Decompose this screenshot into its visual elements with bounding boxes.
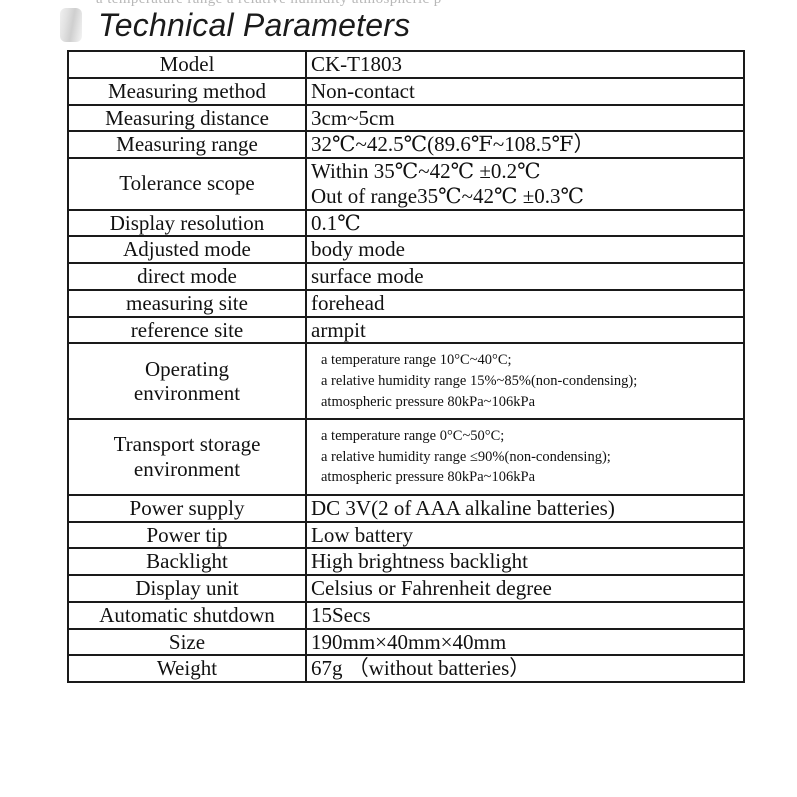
spec-label-cell: Power supply [67,493,307,523]
spec-label-cell: Measuring method [67,76,307,106]
page-title-row: Technical Parameters [60,4,410,46]
spec-label-cell: Measuring range [67,130,307,160]
spec-label-cell: measuring site [67,288,307,318]
spec-label-cell: direct mode [67,262,307,291]
spec-label-cell: Adjusted mode [67,235,307,265]
table-row: Power tip Low battery [67,520,745,550]
spec-value-cell: a temperature range 10°C~40°C; a relative… [305,342,745,421]
table-row: Measuring distance 3cm~5cm [67,103,745,133]
spec-label-cell: Display resolution [67,208,307,238]
table-row: Display resolution 0.1℃ [67,208,745,238]
table-row: Adjusted mode body mode [67,235,745,265]
page-title: Technical Parameters [98,6,411,43]
table-row: direct mode surface mode [67,262,745,291]
table-row: Automatic shutdown 15Secs [67,600,745,630]
spec-label-cell: Operating environment [67,342,307,421]
table-row: Operating environment a temperature range … [67,342,745,421]
spec-label-cell: Size [67,627,307,657]
spec-label-cell: Model [67,50,307,79]
spec-value-cell: 3cm~5cm [305,103,745,133]
spec-value-cell: 15Secs [305,600,745,630]
table-row: reference site armpit [67,315,745,345]
spec-label-cell: Automatic shutdown [67,600,307,630]
table-row: Measuring range 32℃~42.5℃(89.6℉~108.5℉） [67,130,745,160]
spec-value-cell: Within 35℃~42℃ ±0.2℃ Out of range35℃~42℃ … [305,157,745,211]
table-row: Weight 67g （without batteries） [67,654,745,684]
table-row: Transport storage environment a temperatur… [67,418,745,496]
spec-value-cell: CK-T1803 [305,50,745,79]
table-row: measuring site forehead [67,288,745,318]
spec-value-cell: armpit [305,315,745,345]
spec-value-cell: a temperature range 0°C~50°C; a relative … [305,418,745,496]
spec-label-cell: Power tip [67,520,307,550]
table-row: Backlight High brightness backlight [67,547,745,577]
table-row: Tolerance scope Within 35℃~42℃ ±0.2℃ Out o… [67,157,745,211]
spec-label-cell: Measuring distance [67,103,307,133]
spec-label-cell: Backlight [67,547,307,577]
spec-value-cell: DC 3V(2 of AAA alkaline batteries) [305,493,745,523]
spec-value-cell: Low battery [305,520,745,550]
spec-value-cell: 0.1℃ [305,208,745,238]
spec-value-cell: surface mode [305,262,745,291]
table-row: Size 190mm×40mm×40mm [67,627,745,657]
spec-value-cell: 67g （without batteries） [305,654,745,684]
table-row: Measuring method Non-contact [67,76,745,106]
spec-value-cell: Celsius or Fahrenheit degree [305,574,745,603]
rounded-rect-bullet-icon [60,8,82,42]
table-row: Display unit Celsius or Fahrenheit degree [67,574,745,603]
spec-label-cell: Transport storage environment [67,418,307,496]
spec-value-cell: High brightness backlight [305,547,745,577]
spec-value-cell: Non-contact [305,76,745,106]
spec-table-body: Model CK-T1803 Measuring method Non-contact… [67,50,745,684]
spec-label-cell: reference site [67,315,307,345]
technical-parameters-table: Model CK-T1803 Measuring method Non-contact… [67,50,745,684]
table-row: Model CK-T1803 [67,50,745,79]
spec-value-cell: 32℃~42.5℃(89.6℉~108.5℉） [305,130,745,160]
spec-label-cell: Tolerance scope [67,157,307,211]
spec-label-cell: Weight [67,654,307,684]
spec-value-cell: forehead [305,288,745,318]
spec-label-cell: Display unit [67,574,307,603]
spec-value-cell: body mode [305,235,745,265]
table-row: Power supply DC 3V(2 of AAA alkaline batt… [67,493,745,523]
spec-value-cell: 190mm×40mm×40mm [305,627,745,657]
